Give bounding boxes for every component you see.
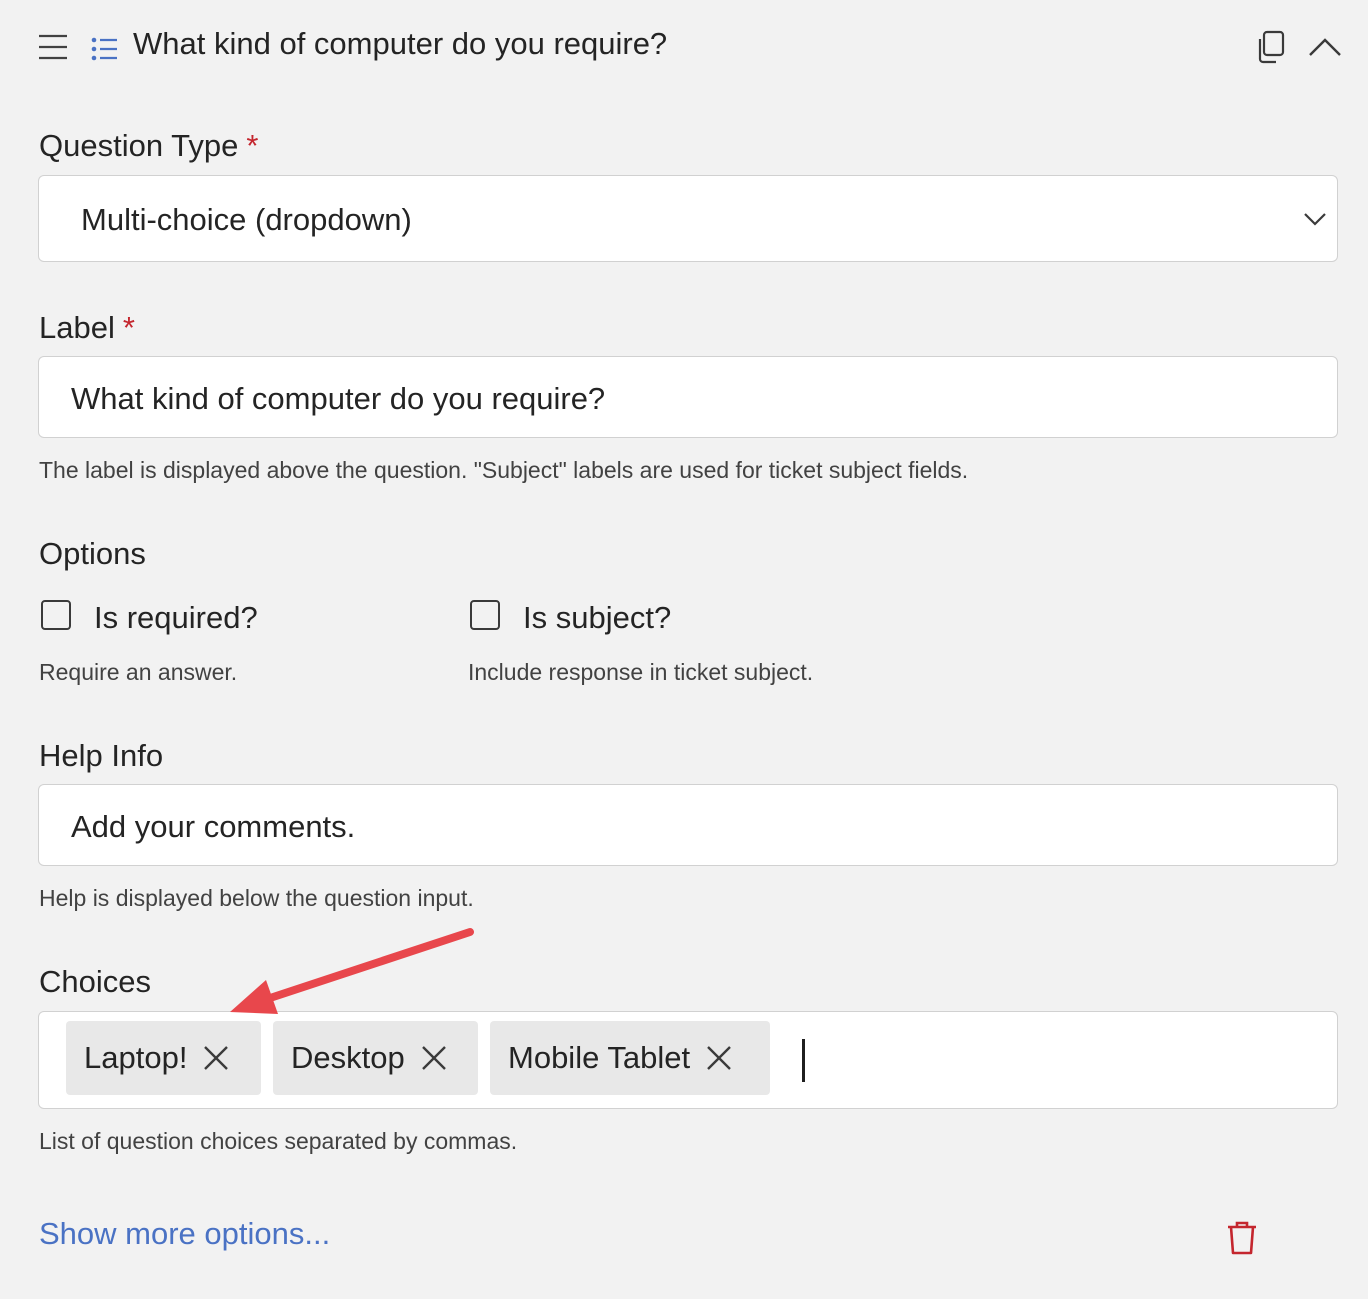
is-subject-checkbox[interactable] <box>470 600 500 630</box>
delete-button[interactable] <box>1226 1220 1258 1256</box>
remove-choice-button[interactable] <box>201 1043 231 1073</box>
choices-label: Choices <box>39 964 151 999</box>
is-subject-label[interactable]: Is subject? <box>523 600 671 636</box>
is-required-checkbox[interactable] <box>41 600 71 630</box>
options-heading: Options <box>39 536 146 571</box>
question-title: What kind of computer do you require? <box>133 26 668 61</box>
is-required-hint: Require an answer. <box>39 659 238 685</box>
choice-chip: Desktop <box>273 1021 478 1095</box>
choice-chip-label: Laptop! <box>84 1040 188 1075</box>
help-info-label: Help Info <box>39 738 164 773</box>
chevron-up-icon <box>1309 38 1341 56</box>
help-info-value: Add your comments. <box>71 809 356 844</box>
question-type-label: Question Type * <box>39 128 259 163</box>
close-icon <box>204 1046 229 1070</box>
required-asterisk: * <box>246 128 259 163</box>
label-field-label: Label * <box>39 310 135 345</box>
annotation-arrow <box>230 928 474 1014</box>
drag-handle-button[interactable] <box>38 34 68 60</box>
copy-button[interactable] <box>1255 30 1289 64</box>
choices-hint: List of question choices separated by co… <box>39 1128 518 1154</box>
help-info-hint: Help is displayed below the question inp… <box>39 885 474 911</box>
remove-choice-button[interactable] <box>419 1043 449 1073</box>
collapse-button[interactable] <box>1308 36 1342 58</box>
hamburger-icon <box>39 34 67 60</box>
is-subject-hint: Include response in ticket subject. <box>468 659 814 685</box>
choice-chip-label: Desktop <box>291 1040 405 1075</box>
list-icon <box>91 37 119 61</box>
chevron-down-icon <box>1304 213 1326 226</box>
label-input-value: What kind of computer do you require? <box>71 381 606 416</box>
choice-chip: Mobile Tablet <box>490 1021 770 1095</box>
close-icon <box>707 1046 731 1070</box>
remove-choice-button[interactable] <box>704 1043 734 1073</box>
required-asterisk: * <box>122 310 135 345</box>
show-more-options-link[interactable]: Show more options... <box>39 1216 330 1252</box>
label-hint: The label is displayed above the questio… <box>39 457 969 483</box>
choice-chip-label: Mobile Tablet <box>508 1040 691 1075</box>
question-type-value: Multi-choice (dropdown) <box>81 202 412 237</box>
question-type-select[interactable]: Multi-choice (dropdown) <box>38 175 1338 262</box>
help-info-input[interactable]: Add your comments. <box>38 784 1338 866</box>
label-input[interactable]: What kind of computer do you require? <box>38 356 1338 438</box>
is-required-label[interactable]: Is required? <box>94 600 258 636</box>
choice-chip: Laptop! <box>66 1021 261 1095</box>
copy-icon <box>1258 30 1285 64</box>
text-cursor <box>802 1039 805 1082</box>
close-icon <box>421 1046 446 1070</box>
trash-icon <box>1228 1221 1256 1255</box>
